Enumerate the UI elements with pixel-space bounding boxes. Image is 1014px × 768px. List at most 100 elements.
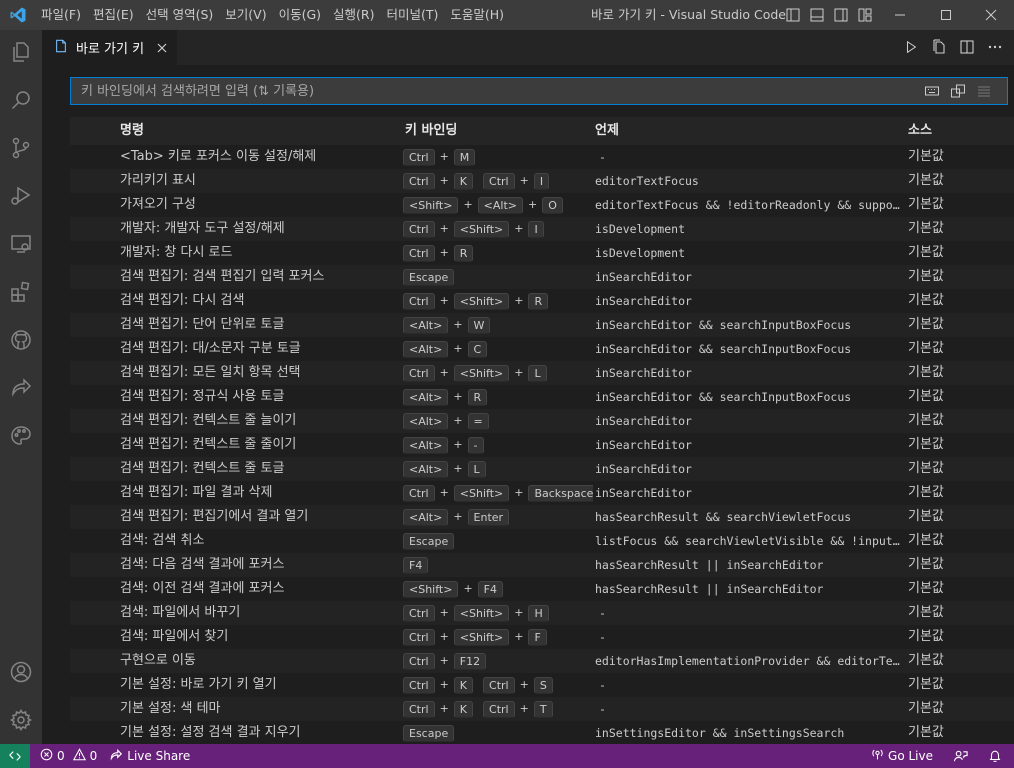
- menu-item[interactable]: 이동(G): [273, 0, 327, 30]
- table-row[interactable]: 검색 편집기: 컨텍스트 줄 늘이기 <Alt> + = inSearchEditor 기…: [70, 409, 1014, 433]
- table-row[interactable]: 검색 편집기: 대/소문자 구분 토글 <Alt> + CinSearchEditor…: [70, 337, 1014, 361]
- accounts-icon[interactable]: [5, 656, 37, 688]
- source-cell: 기본값: [908, 341, 944, 356]
- key-label: <Shift>: [453, 364, 510, 382]
- key-label: Ctrl: [403, 220, 435, 238]
- toggle-panel-icon[interactable]: [808, 6, 826, 24]
- menu-item[interactable]: 선택 영역(S): [140, 0, 220, 30]
- key-label: Ctrl: [403, 364, 435, 382]
- source-control-icon[interactable]: [5, 132, 37, 164]
- command-cell: 검색: 검색 취소: [120, 533, 205, 548]
- table-row[interactable]: 검색: 파일에서 바꾸기 Ctrl + <Shift> + H - 기본값: [70, 601, 1014, 625]
- table-row[interactable]: 가리키기 표시 Ctrl + K Ctrl + IeditorTextFocus 기본값: [70, 169, 1014, 193]
- close-window-button[interactable]: [968, 0, 1014, 30]
- maximize-button[interactable]: [923, 0, 969, 30]
- open-keybindings-json-icon[interactable]: [930, 38, 948, 56]
- keybindings-table: 명령 키 바인딩 언제 소스 <Tab> 키로 포커스 이동 설정/해제 Ctrl…: [70, 117, 1014, 745]
- table-row[interactable]: 검색 편집기: 단어 단위로 토글 <Alt> + WinSearchEditor &…: [70, 313, 1014, 337]
- source-cell: 기본값: [908, 509, 944, 524]
- table-row[interactable]: 검색 편집기: 편집기에서 결과 열기 <Alt> + Enter hasSearchR…: [70, 505, 1014, 529]
- table-row[interactable]: 검색 편집기: 모든 일치 항목 선택 Ctrl + <Shift> + LinSearc…: [70, 361, 1014, 385]
- key-label: Ctrl: [483, 700, 515, 718]
- key-separator: +: [439, 222, 449, 235]
- when-cell: -: [599, 702, 606, 716]
- when-cell: inSearchEditor: [595, 270, 692, 284]
- table-row[interactable]: 개발자: 창 다시 로드 Ctrl + RisDevelopment 기본값: [70, 241, 1014, 265]
- key-separator: +: [453, 318, 463, 331]
- source-cell: 기본값: [908, 533, 944, 548]
- go-live-button[interactable]: Go Live: [865, 748, 939, 764]
- source-cell: 기본값: [908, 605, 944, 620]
- key-label: F4: [403, 556, 429, 574]
- extensions-icon[interactable]: [5, 276, 37, 308]
- toggle-primary-sidebar-icon[interactable]: [784, 6, 802, 24]
- table-row[interactable]: 검색 편집기: 파일 결과 삭제 Ctrl + <Shift> + Backspace in…: [70, 481, 1014, 505]
- run-icon[interactable]: [902, 38, 920, 56]
- customize-layout-icon[interactable]: [856, 6, 874, 24]
- remote-indicator-icon[interactable]: [0, 744, 30, 768]
- key-separator: +: [463, 198, 473, 211]
- table-row[interactable]: 구현으로 이동 Ctrl + F12 editorHasImplementationPr…: [70, 649, 1014, 673]
- source-cell: 기본값: [908, 173, 944, 188]
- menu-item[interactable]: 보기(V): [219, 0, 272, 30]
- tab-keyboard-shortcuts[interactable]: 바로 가기 키: [42, 30, 177, 65]
- table-row[interactable]: 검색: 다음 검색 결과에 포커스 F4 hasSearchResult || in…: [70, 553, 1014, 577]
- manage-gear-icon[interactable]: [5, 704, 37, 736]
- toggle-secondary-sidebar-icon[interactable]: [832, 6, 850, 24]
- key-label: Ctrl: [403, 700, 435, 718]
- command-cell: 개발자: 개발자 도구 설정/해제: [120, 221, 285, 236]
- table-row[interactable]: 개발자: 개발자 도구 설정/해제 Ctrl + <Shift> + IisDevelop…: [70, 217, 1014, 241]
- keybindings-search-box: [70, 77, 1008, 105]
- clear-search-icon[interactable]: [975, 82, 993, 100]
- github-icon[interactable]: [5, 324, 37, 356]
- split-editor-icon[interactable]: [958, 38, 976, 56]
- column-header-source[interactable]: 소스: [908, 117, 932, 145]
- theme-palette-icon[interactable]: [5, 420, 37, 452]
- menu-item[interactable]: 편집(E): [87, 0, 140, 30]
- search-icon[interactable]: [5, 84, 37, 116]
- remote-explorer-icon[interactable]: [5, 228, 37, 260]
- minimize-button[interactable]: [877, 0, 923, 30]
- table-row[interactable]: 기본 설정: 설정 검색 결과 지우기 Escape inSettingsEdito…: [70, 721, 1014, 745]
- menu-item[interactable]: 실행(R): [327, 0, 380, 30]
- notifications-bell-icon[interactable]: [982, 749, 1008, 763]
- column-header-command[interactable]: 명령: [120, 117, 144, 145]
- key-label: Enter: [467, 508, 510, 526]
- table-row[interactable]: 검색: 이전 검색 결과에 포커스 <Shift> + F4 hasSearchResu…: [70, 577, 1014, 601]
- table-row[interactable]: 검색: 파일에서 찾기 Ctrl + <Shift> + F - 기본값: [70, 625, 1014, 649]
- table-row[interactable]: <Tab> 키로 포커스 이동 설정/해제 Ctrl + M - 기본값: [70, 145, 1014, 169]
- menu-item[interactable]: 터미널(T): [381, 0, 445, 30]
- window-title: 바로 가기 키 - Visual Studio Code: [591, 7, 786, 22]
- explorer-icon[interactable]: [5, 36, 37, 68]
- sort-by-precedence-icon[interactable]: [949, 82, 967, 100]
- command-cell: 검색 편집기: 대/소문자 구분 토글: [120, 341, 301, 356]
- command-cell: 검색 편집기: 컨텍스트 줄 토글: [120, 461, 285, 476]
- table-row[interactable]: 검색 편집기: 다시 검색 Ctrl + <Shift> + RinSearchEdito…: [70, 289, 1014, 313]
- table-row[interactable]: 검색 편집기: 검색 편집기 입력 포커스 Escape inSearchEdito…: [70, 265, 1014, 289]
- problems-indicator[interactable]: 0 0: [34, 748, 103, 764]
- table-row[interactable]: 검색 편집기: 정규식 사용 토글 <Alt> + RinSearchEditor &…: [70, 385, 1014, 409]
- close-tab-icon[interactable]: [154, 40, 170, 56]
- keybindings-search-input[interactable]: [71, 78, 923, 104]
- feedback-icon[interactable]: [947, 749, 974, 764]
- key-label: F: [528, 628, 547, 646]
- table-row[interactable]: 검색: 검색 취소 Escape listFocus && searchViewle…: [70, 529, 1014, 553]
- live-share-icon[interactable]: [5, 372, 37, 404]
- more-actions-icon[interactable]: [986, 38, 1004, 56]
- table-row[interactable]: 검색 편집기: 컨텍스트 줄 토글 <Alt> + LinSearchEditor 기본…: [70, 457, 1014, 481]
- record-keys-icon[interactable]: [923, 82, 941, 100]
- menu-item[interactable]: 파일(F): [35, 0, 87, 30]
- menu-item[interactable]: 도움말(H): [444, 0, 510, 30]
- command-cell: 검색 편집기: 단어 단위로 토글: [120, 317, 285, 332]
- column-header-when[interactable]: 언제: [595, 117, 619, 145]
- run-debug-icon[interactable]: [5, 180, 37, 212]
- table-row[interactable]: 기본 설정: 색 테마 Ctrl + K Ctrl + T - 기본값: [70, 697, 1014, 721]
- key-label: L: [528, 364, 547, 382]
- live-share-button[interactable]: Live Share: [103, 748, 196, 765]
- table-row[interactable]: 기본 설정: 바로 가기 키 열기 Ctrl + K Ctrl + S - 기본값: [70, 673, 1014, 697]
- column-header-keybinding[interactable]: 키 바인딩: [405, 117, 457, 145]
- table-row[interactable]: 가져오기 구성 <Shift> + <Alt> + OeditorTextFocus &&…: [70, 193, 1014, 217]
- table-row[interactable]: 검색 편집기: 컨텍스트 줄 줄이기 <Alt> + - inSearchEditor 기…: [70, 433, 1014, 457]
- key-label: <Alt>: [477, 196, 523, 214]
- keybinding-cell: <Alt> + C: [403, 337, 593, 361]
